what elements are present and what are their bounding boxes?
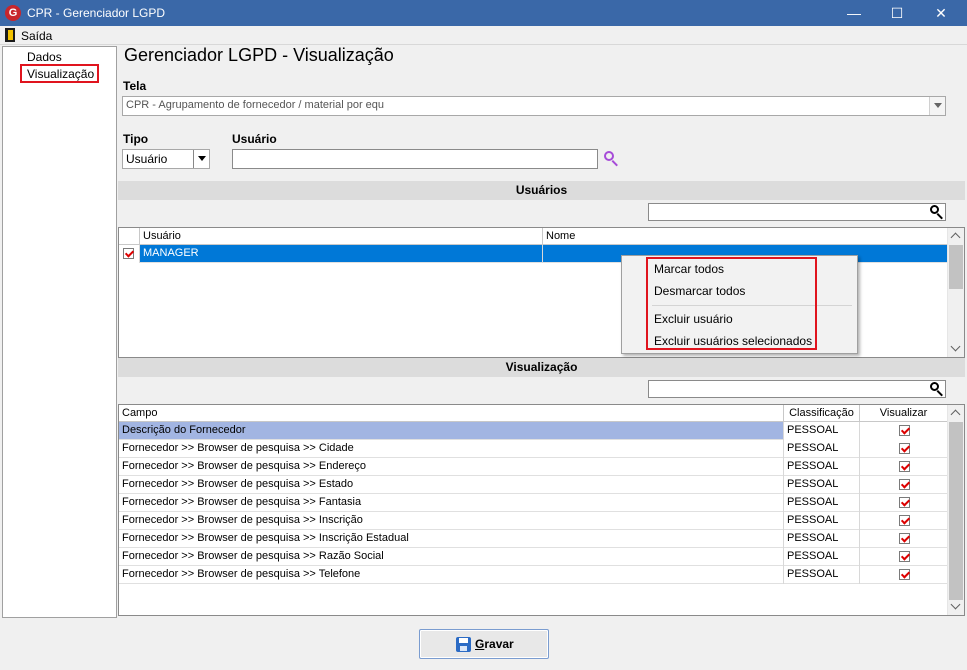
- campo-cell: Fornecedor >> Browser de pesquisa >> Fan…: [119, 494, 784, 512]
- chevron-down-icon[interactable]: [193, 150, 209, 168]
- users-filter-input[interactable]: [648, 203, 946, 221]
- table-row[interactable]: Fornecedor >> Browser de pesquisa >> End…: [119, 458, 948, 476]
- checkbox-checked[interactable]: [899, 425, 910, 436]
- view-section-header: Visualização: [118, 358, 965, 377]
- campo-cell: Fornecedor >> Browser de pesquisa >> Est…: [119, 476, 784, 494]
- user-cell: MANAGER: [140, 245, 543, 263]
- checkbox-checked[interactable]: [899, 497, 910, 508]
- checkbox-checked[interactable]: [123, 248, 134, 259]
- table-row[interactable]: Fornecedor >> Browser de pesquisa >> Fan…: [119, 494, 948, 512]
- campo-cell: Descrição do Fornecedor: [119, 422, 784, 440]
- view-filter-input[interactable]: [648, 380, 946, 398]
- window-title: CPR - Gerenciador LGPD: [27, 6, 166, 20]
- users-grid-header-usuario[interactable]: Usuário: [140, 228, 543, 245]
- checkbox-checked[interactable]: [899, 533, 910, 544]
- table-row[interactable]: Fornecedor >> Browser de pesquisa >> Est…: [119, 476, 948, 494]
- table-row[interactable]: Fornecedor >> Browser de pesquisa >> Ins…: [119, 530, 948, 548]
- tipo-label: Tipo: [123, 132, 149, 146]
- visualizar-cell[interactable]: [860, 440, 948, 458]
- navigation-tree: Dados Visualização: [2, 46, 117, 618]
- classificacao-cell: PESSOAL: [784, 440, 860, 458]
- visualizar-cell[interactable]: [860, 458, 948, 476]
- checkbox-checked[interactable]: [899, 569, 910, 580]
- campo-cell: Fornecedor >> Browser de pesquisa >> Ins…: [119, 512, 784, 530]
- users-grid-header-nome[interactable]: Nome: [543, 228, 948, 245]
- classificacao-cell: PESSOAL: [784, 458, 860, 476]
- checkbox-checked[interactable]: [899, 461, 910, 472]
- campo-cell: Fornecedor >> Browser de pesquisa >> Tel…: [119, 566, 784, 584]
- visualizar-cell[interactable]: [860, 494, 948, 512]
- app-logo-icon: G: [5, 5, 21, 21]
- view-grid-header-campo[interactable]: Campo: [119, 405, 784, 422]
- scroll-up-icon[interactable]: [948, 228, 964, 244]
- scroll-down-icon[interactable]: [948, 341, 964, 357]
- visualizar-cell[interactable]: [860, 476, 948, 494]
- checkbox-checked[interactable]: [899, 551, 910, 562]
- menu-item-exit[interactable]: Saída: [21, 29, 52, 43]
- users-grid-header-check: [119, 228, 140, 245]
- tela-select-value: CPR - Agrupamento de fornecedor / materi…: [126, 99, 385, 111]
- table-row[interactable]: Fornecedor >> Browser de pesquisa >> Ins…: [119, 512, 948, 530]
- search-icon[interactable]: [929, 381, 947, 399]
- save-button-label: Gravar: [475, 637, 514, 651]
- view-grid-header-visualizar[interactable]: Visualizar: [860, 405, 948, 422]
- chevron-down-icon[interactable]: [929, 97, 945, 115]
- classificacao-cell: PESSOAL: [784, 548, 860, 566]
- table-row[interactable]: Descrição do Fornecedor PESSOAL: [119, 422, 948, 440]
- classificacao-cell: PESSOAL: [784, 422, 860, 440]
- highlight-box-context-menu: [646, 257, 817, 350]
- save-button[interactable]: Gravar: [419, 629, 549, 659]
- scroll-thumb[interactable]: [949, 422, 963, 600]
- tela-label: Tela: [123, 79, 147, 93]
- floppy-disk-icon: [456, 637, 471, 652]
- table-row[interactable]: Fornecedor >> Browser de pesquisa >> Raz…: [119, 548, 948, 566]
- minimize-button[interactable]: —: [833, 0, 875, 26]
- users-vertical-scrollbar[interactable]: [947, 228, 964, 357]
- visualizar-cell[interactable]: [860, 530, 948, 548]
- page-title: Gerenciador LGPD - Visualização: [124, 45, 394, 65]
- checkbox-checked[interactable]: [899, 443, 910, 454]
- tipo-select-value: Usuário: [126, 152, 168, 166]
- tela-select[interactable]: CPR - Agrupamento de fornecedor / materi…: [122, 96, 946, 116]
- view-vertical-scrollbar[interactable]: [947, 405, 964, 615]
- tipo-select[interactable]: Usuário: [122, 149, 210, 169]
- search-icon[interactable]: [603, 150, 621, 168]
- scroll-thumb[interactable]: [949, 245, 963, 289]
- search-icon[interactable]: [929, 204, 947, 222]
- usuario-input[interactable]: [232, 149, 598, 169]
- scroll-down-icon[interactable]: [948, 599, 964, 615]
- scroll-up-icon[interactable]: [948, 405, 964, 421]
- users-section-header: Usuários: [118, 181, 965, 200]
- view-grid-header-classificacao[interactable]: Classificação: [784, 405, 860, 422]
- maximize-button[interactable]: ☐: [876, 0, 918, 26]
- tree-item-dados[interactable]: Dados: [27, 50, 62, 64]
- campo-cell: Fornecedor >> Browser de pesquisa >> Cid…: [119, 440, 784, 458]
- view-grid: Campo Classificação Visualizar Descrição…: [118, 404, 965, 616]
- usuario-label: Usuário: [232, 132, 277, 146]
- classificacao-cell: PESSOAL: [784, 494, 860, 512]
- visualizar-cell[interactable]: [860, 548, 948, 566]
- table-row[interactable]: Fornecedor >> Browser de pesquisa >> Tel…: [119, 566, 948, 584]
- campo-cell: Fornecedor >> Browser de pesquisa >> End…: [119, 458, 784, 476]
- title-bar[interactable]: G CPR - Gerenciador LGPD — ☐ ✕: [0, 0, 967, 26]
- menu-bar: Saída: [0, 26, 967, 45]
- highlight-box-tree-selection: [20, 64, 99, 83]
- classificacao-cell: PESSOAL: [784, 566, 860, 584]
- visualizar-cell[interactable]: [860, 422, 948, 440]
- classificacao-cell: PESSOAL: [784, 476, 860, 494]
- classificacao-cell: PESSOAL: [784, 530, 860, 548]
- checkbox-checked[interactable]: [899, 515, 910, 526]
- visualizar-cell[interactable]: [860, 512, 948, 530]
- visualizar-cell[interactable]: [860, 566, 948, 584]
- campo-cell: Fornecedor >> Browser de pesquisa >> Raz…: [119, 548, 784, 566]
- campo-cell: Fornecedor >> Browser de pesquisa >> Ins…: [119, 530, 784, 548]
- close-button[interactable]: ✕: [920, 0, 962, 26]
- table-row[interactable]: Fornecedor >> Browser de pesquisa >> Cid…: [119, 440, 948, 458]
- exit-door-icon[interactable]: [5, 28, 15, 42]
- row-check-cell[interactable]: [119, 245, 140, 263]
- checkbox-checked[interactable]: [899, 479, 910, 490]
- classificacao-cell: PESSOAL: [784, 512, 860, 530]
